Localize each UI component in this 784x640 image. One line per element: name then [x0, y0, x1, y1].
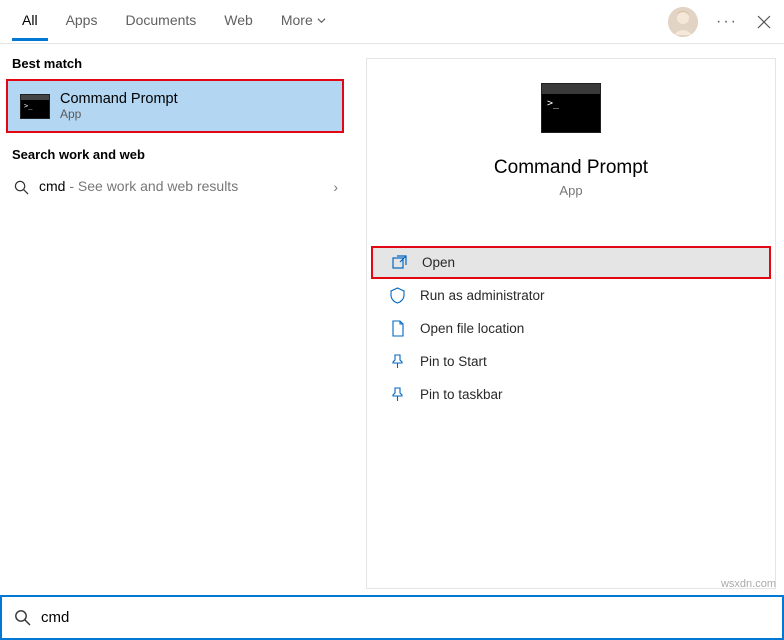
result-title: Command Prompt: [60, 91, 178, 107]
file-location-icon: [389, 320, 406, 337]
action-open-location-label: Open file location: [420, 321, 524, 336]
preview-column: Command Prompt App Open Run as administr…: [352, 44, 784, 589]
best-match-text: Command Prompt App: [60, 91, 178, 121]
preview-icon-wrap: [367, 59, 775, 133]
search-bar[interactable]: [0, 595, 784, 640]
action-pin-start-label: Pin to Start: [420, 354, 487, 369]
preview-title: Command Prompt: [367, 157, 775, 179]
tab-more[interactable]: More: [271, 2, 336, 41]
admin-shield-icon: [389, 287, 406, 304]
actions-list: Open Run as administrator Open file loca…: [367, 246, 775, 411]
action-run-admin-label: Run as administrator: [420, 288, 545, 303]
result-subtitle: App: [60, 107, 178, 121]
watermark: wsxdn.com: [721, 578, 776, 590]
preview-subtitle: App: [367, 183, 775, 198]
open-icon: [391, 254, 408, 271]
action-pin-start[interactable]: Pin to Start: [367, 345, 775, 378]
top-bar: All Apps Documents Web More ···: [0, 0, 784, 44]
results-column: Best match Command Prompt App Search wor…: [0, 44, 352, 589]
search-icon: [14, 609, 31, 626]
search-icon: [14, 180, 29, 195]
filter-tabs: All Apps Documents Web More: [12, 2, 668, 41]
user-avatar[interactable]: [668, 7, 698, 37]
search-input[interactable]: [41, 609, 770, 626]
close-icon[interactable]: [756, 14, 772, 30]
chevron-down-icon: [317, 16, 326, 25]
web-search-hint: - See work and web results: [65, 178, 238, 194]
action-pin-taskbar-label: Pin to taskbar: [420, 387, 503, 402]
main-area: Best match Command Prompt App Search wor…: [0, 44, 784, 589]
tab-web[interactable]: Web: [214, 2, 263, 41]
tab-more-label: More: [281, 12, 313, 28]
action-open[interactable]: Open: [371, 246, 771, 279]
pin-taskbar-icon: [389, 386, 406, 403]
web-search-result[interactable]: cmd - See work and web results ›: [0, 168, 352, 206]
more-options-icon[interactable]: ···: [716, 13, 738, 31]
best-match-result[interactable]: Command Prompt App: [6, 79, 344, 133]
pin-start-icon: [389, 353, 406, 370]
action-run-admin[interactable]: Run as administrator: [367, 279, 775, 312]
top-right-controls: ···: [668, 7, 772, 37]
web-search-term: cmd: [39, 178, 65, 194]
web-search-text: cmd - See work and web results: [39, 178, 238, 196]
chevron-right-icon: ›: [333, 179, 338, 195]
tab-documents[interactable]: Documents: [115, 2, 206, 41]
best-match-header: Best match: [0, 44, 352, 77]
command-prompt-icon: [20, 94, 50, 119]
action-open-location[interactable]: Open file location: [367, 312, 775, 345]
command-prompt-preview-icon: [541, 83, 601, 133]
action-open-label: Open: [422, 255, 455, 270]
action-pin-taskbar[interactable]: Pin to taskbar: [367, 378, 775, 411]
search-web-header: Search work and web: [0, 135, 352, 168]
tab-all[interactable]: All: [12, 2, 48, 41]
tab-apps[interactable]: Apps: [56, 2, 108, 41]
preview-panel: Command Prompt App Open Run as administr…: [366, 58, 776, 589]
